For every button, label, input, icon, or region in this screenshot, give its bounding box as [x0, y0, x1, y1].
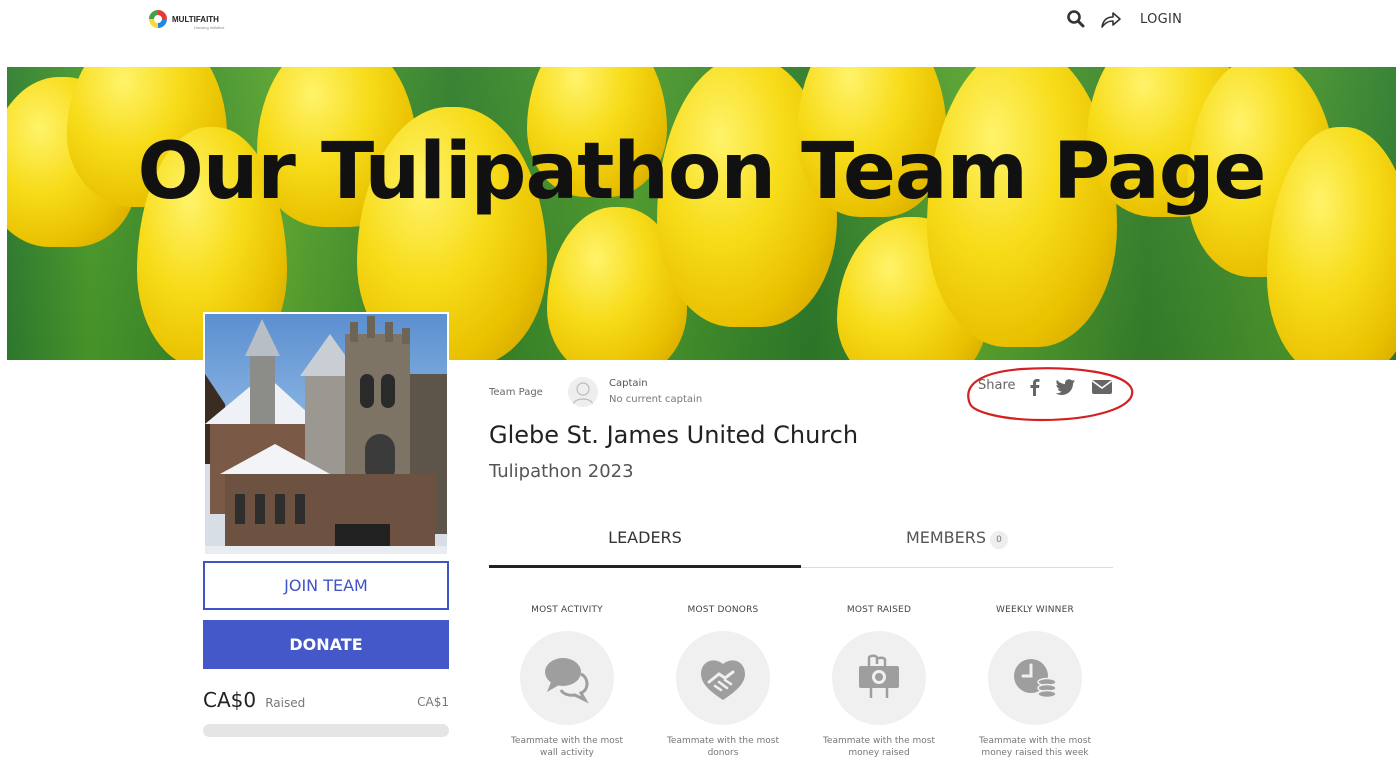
join-team-button[interactable]: JOIN TEAM	[203, 561, 449, 610]
email-icon[interactable]	[1091, 378, 1113, 396]
leader-card-weekly-winner: WEEKLY WINNER Teammate with the most mon…	[957, 605, 1113, 759]
leader-badge	[676, 631, 770, 725]
leader-title: MOST DONORS	[687, 605, 759, 615]
top-navigation: MULTIFAITH Housing Initiative LOGIN	[0, 0, 1396, 40]
members-count-badge: 0	[990, 531, 1009, 549]
team-photo	[203, 312, 449, 556]
leader-card-most-activity: MOST ACTIVITY Teammate with the most wal…	[489, 605, 645, 759]
leader-description: Teammate with the most	[510, 736, 624, 746]
logo-subtext: Housing Initiative	[194, 25, 225, 30]
site-logo[interactable]: MULTIFAITH Housing Initiative	[148, 7, 224, 30]
logo-mark-icon	[149, 9, 167, 28]
leader-description: wall activity	[540, 748, 594, 758]
tab-leaders-label: LEADERS	[608, 528, 682, 547]
leader-card-most-donors: MOST DONORS Teammate with the most donor…	[645, 605, 801, 759]
church-illustration	[205, 316, 447, 554]
logo-text: MULTIFAITH	[172, 15, 219, 24]
clock-coins-icon	[1014, 659, 1057, 699]
leader-description: Teammate with the most	[822, 736, 936, 746]
donate-button[interactable]: DONATE	[203, 620, 449, 669]
leader-title: WEEKLY WINNER	[996, 605, 1074, 615]
leader-description: donors	[707, 748, 739, 758]
twitter-icon[interactable]	[1056, 378, 1076, 396]
team-tabs: LEADERS MEMBERS 0	[489, 520, 1113, 568]
search-icon[interactable]	[1066, 9, 1086, 29]
tab-leaders[interactable]: LEADERS	[489, 520, 801, 568]
leader-title: MOST ACTIVITY	[531, 605, 603, 615]
leader-description: Teammate with the most	[666, 736, 780, 746]
share-label: Share	[978, 378, 1016, 393]
money-hand-icon	[859, 654, 899, 698]
leader-badge	[988, 631, 1082, 725]
tab-members-label: MEMBERS	[905, 528, 987, 547]
page-type-label: Team Page	[489, 387, 543, 398]
handshake-icon	[701, 660, 745, 700]
captain-value: No current captain	[609, 394, 703, 405]
raised-label: Raised	[265, 696, 306, 710]
leader-description: money raised	[848, 748, 910, 758]
team-name: Glebe St. James United Church	[489, 421, 859, 449]
leader-badge	[520, 631, 614, 725]
leader-badge	[832, 631, 926, 725]
leader-title: MOST RAISED	[846, 605, 912, 615]
leader-card-most-raised: MOST RAISED Teammate with the most money…	[801, 605, 957, 759]
captain-title: Captain	[609, 378, 648, 389]
login-link[interactable]: LOGIN	[1140, 12, 1182, 27]
fundraising-summary: CA$0 Raised CA$1	[203, 688, 449, 718]
banner-title: Our Tulipathon Team Page	[137, 127, 1267, 217]
leader-description: Teammate with the most	[978, 736, 1092, 746]
goal-amount: CA$1	[417, 695, 449, 709]
share-arrow-icon[interactable]	[1100, 10, 1122, 30]
raised-amount: CA$0	[203, 688, 257, 712]
captain-avatar	[568, 377, 598, 407]
facebook-icon[interactable]	[1025, 378, 1045, 396]
avatar-placeholder-icon	[572, 382, 594, 406]
fundraising-progress-bar	[203, 724, 449, 737]
campaign-name[interactable]: Tulipathon 2023	[489, 461, 634, 482]
tab-members[interactable]: MEMBERS 0	[801, 520, 1113, 568]
leader-description: money raised this week	[981, 748, 1089, 758]
chat-bubbles-icon	[545, 658, 589, 704]
